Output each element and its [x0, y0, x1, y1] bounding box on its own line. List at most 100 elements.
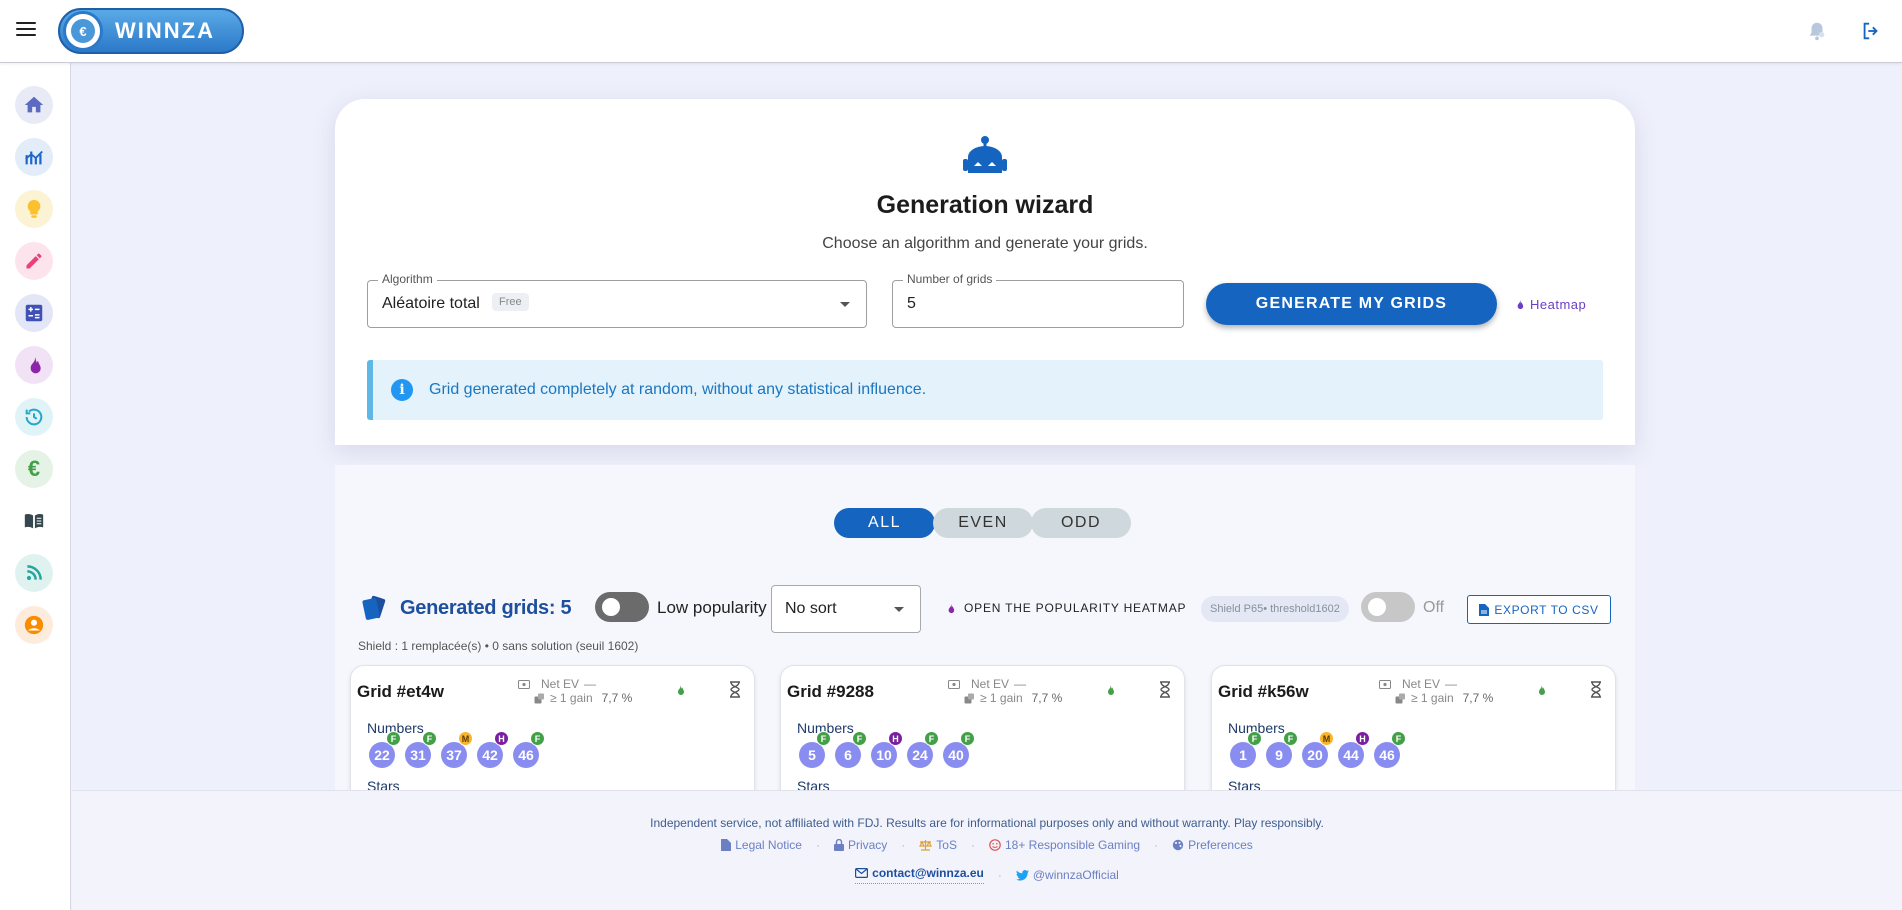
grid-heat-button[interactable] — [674, 682, 686, 703]
sidebar-item-finance[interactable]: € — [15, 450, 53, 488]
grid-heat-button[interactable] — [1104, 682, 1116, 703]
sidebar-item-account[interactable] — [15, 606, 53, 644]
ball-number: 44 — [1343, 747, 1359, 763]
parity-filter: ALL EVEN ODD — [834, 508, 1131, 538]
sidebar-item-feed[interactable] — [15, 554, 53, 592]
preferences-link[interactable]: Preferences — [1172, 838, 1253, 852]
separator: · — [970, 838, 975, 852]
net-ev-value: — — [1014, 677, 1027, 691]
twitter-link[interactable]: @winnzaOfficial — [1015, 868, 1119, 882]
ball-number: 20 — [1307, 747, 1323, 763]
number-ball: 44 H — [1338, 731, 1370, 768]
gain-value: 7,7 % — [1031, 691, 1063, 705]
home-icon — [24, 96, 44, 113]
dice-icon — [1395, 693, 1405, 703]
ball-number: 1 — [1239, 747, 1247, 763]
dice-icon — [964, 693, 974, 703]
sidebar-item-guide[interactable] — [15, 502, 53, 540]
low-popularity-switch[interactable] — [595, 592, 649, 622]
ball-badge: M — [1319, 731, 1334, 746]
heatmap-link[interactable]: Heatmap — [1514, 297, 1586, 312]
grid-history-button[interactable] — [729, 681, 741, 703]
privacy-link[interactable]: Privacy — [833, 838, 888, 852]
info-alert: i Grid generated completely at random, w… — [367, 360, 1603, 420]
number-ball: 9F — [1266, 731, 1298, 768]
info-text: Grid generated completely at random, wit… — [429, 381, 927, 398]
separator: · — [1154, 838, 1159, 852]
flame-icon — [1539, 685, 1545, 695]
ball-number: 5 — [808, 747, 816, 763]
chart-icon — [25, 150, 43, 165]
sort-select[interactable]: No sort — [771, 585, 921, 633]
separator: · — [901, 838, 906, 852]
sidebar-item-generator[interactable] — [15, 190, 53, 228]
tos-link[interactable]: ToS — [919, 838, 957, 852]
grid-card: Grid #k56w Net EV — ≥ 1 gain 7,7 % Numbers 1 F 9… — [1211, 665, 1616, 805]
winnza-logo[interactable]: € WINNZA — [58, 8, 244, 54]
grid-title: Grid #k56w — [1218, 682, 1309, 701]
export-csv-button[interactable]: EXPORT TO CSV — [1467, 595, 1611, 624]
document-icon — [721, 839, 732, 851]
rss-icon — [26, 565, 42, 581]
algorithm-value: Aléatoire total — [382, 295, 480, 312]
ball-badge: F — [924, 731, 939, 746]
sidebar-item-calculator[interactable] — [15, 294, 53, 332]
sidebar-item-home[interactable] — [15, 86, 53, 124]
grid-ev-block: Net EV — ≥ 1 gain 7,7 % — [948, 677, 1062, 705]
info-icon: i — [391, 379, 413, 401]
number-ball: 46 F — [1374, 731, 1406, 768]
ball-badge: F — [386, 731, 401, 746]
gain-value: 7,7 % — [1462, 691, 1494, 705]
sidebar-item-statistics[interactable] — [15, 138, 53, 176]
grid-history-button[interactable] — [1590, 681, 1602, 703]
file-icon — [1479, 603, 1490, 616]
grid-ev-block: Net EV — ≥ 1 gain 7,7 % — [1379, 677, 1493, 705]
twitter-icon — [1015, 869, 1029, 881]
email-label: contact@winnza.eu — [872, 866, 984, 880]
hourglass-icon — [1160, 681, 1170, 698]
ticket-icon — [518, 679, 530, 689]
menu-icon[interactable] — [16, 22, 36, 38]
filter-odd-button[interactable]: ODD — [1031, 508, 1131, 538]
algorithm-select[interactable]: Algorithm Aléatoire total Free — [367, 272, 867, 328]
export-csv-label: EXPORT TO CSV — [1494, 602, 1599, 617]
tos-label: ToS — [936, 838, 957, 852]
ball-number: 40 — [948, 747, 964, 763]
number-balls: 1 F 9 F 20 M 44 H 46 F — [1230, 731, 1406, 768]
ball-badge: H — [494, 731, 509, 746]
euro-icon: € — [27, 456, 41, 481]
notification-bell-icon[interactable] — [1804, 18, 1830, 44]
legal-notice-link[interactable]: Legal Notice — [721, 838, 802, 852]
algorithm-label: Algorithm — [378, 272, 437, 286]
generate-grids-button[interactable]: GENERATE MY GRIDS — [1206, 283, 1497, 325]
privacy-label: Privacy — [847, 838, 888, 852]
email-link[interactable]: contact@winnza.eu — [855, 866, 984, 884]
gain-label: ≥ 1 gain — [980, 691, 1023, 705]
generated-count: Generated grids: 5 — [360, 595, 572, 621]
grid-heat-button[interactable] — [1535, 682, 1547, 703]
sidebar-item-editor[interactable] — [15, 242, 53, 280]
filter-even-button[interactable]: EVEN — [933, 508, 1033, 538]
number-ball: 20 M — [1302, 731, 1334, 768]
ball-number: 37 — [446, 747, 462, 763]
number-ball: 24 F — [907, 731, 939, 768]
grid-history-button[interactable] — [1159, 681, 1171, 703]
cards-icon — [362, 595, 386, 620]
sidebar-item-history[interactable] — [15, 398, 53, 436]
responsible-gaming-link[interactable]: 18+ Responsible Gaming — [989, 838, 1140, 852]
open-popularity-heatmap-button[interactable]: OPEN THE POPULARITY HEATMAP — [945, 601, 1186, 615]
ball-number: 46 — [518, 747, 534, 763]
ball-number: 46 — [1379, 747, 1395, 763]
legal-notice-label: Legal Notice — [735, 838, 802, 852]
logout-icon[interactable] — [1858, 18, 1884, 44]
filter-all-button[interactable]: ALL — [834, 508, 935, 538]
shield-switch[interactable] — [1361, 592, 1415, 622]
flame-icon — [678, 685, 684, 695]
sidebar-item-heatmap[interactable] — [15, 346, 53, 384]
grid-count-field[interactable]: Number of grids 5 — [892, 272, 1184, 328]
net-ev-label: Net EV — [971, 677, 1010, 691]
number-balls: 22 F 31 F 37 M 42 H 46 F — [369, 731, 545, 768]
flame-icon — [1108, 685, 1114, 695]
grid-title: Grid #9288 — [787, 682, 874, 701]
footer: Independent service, not affiliated with… — [72, 790, 1902, 910]
